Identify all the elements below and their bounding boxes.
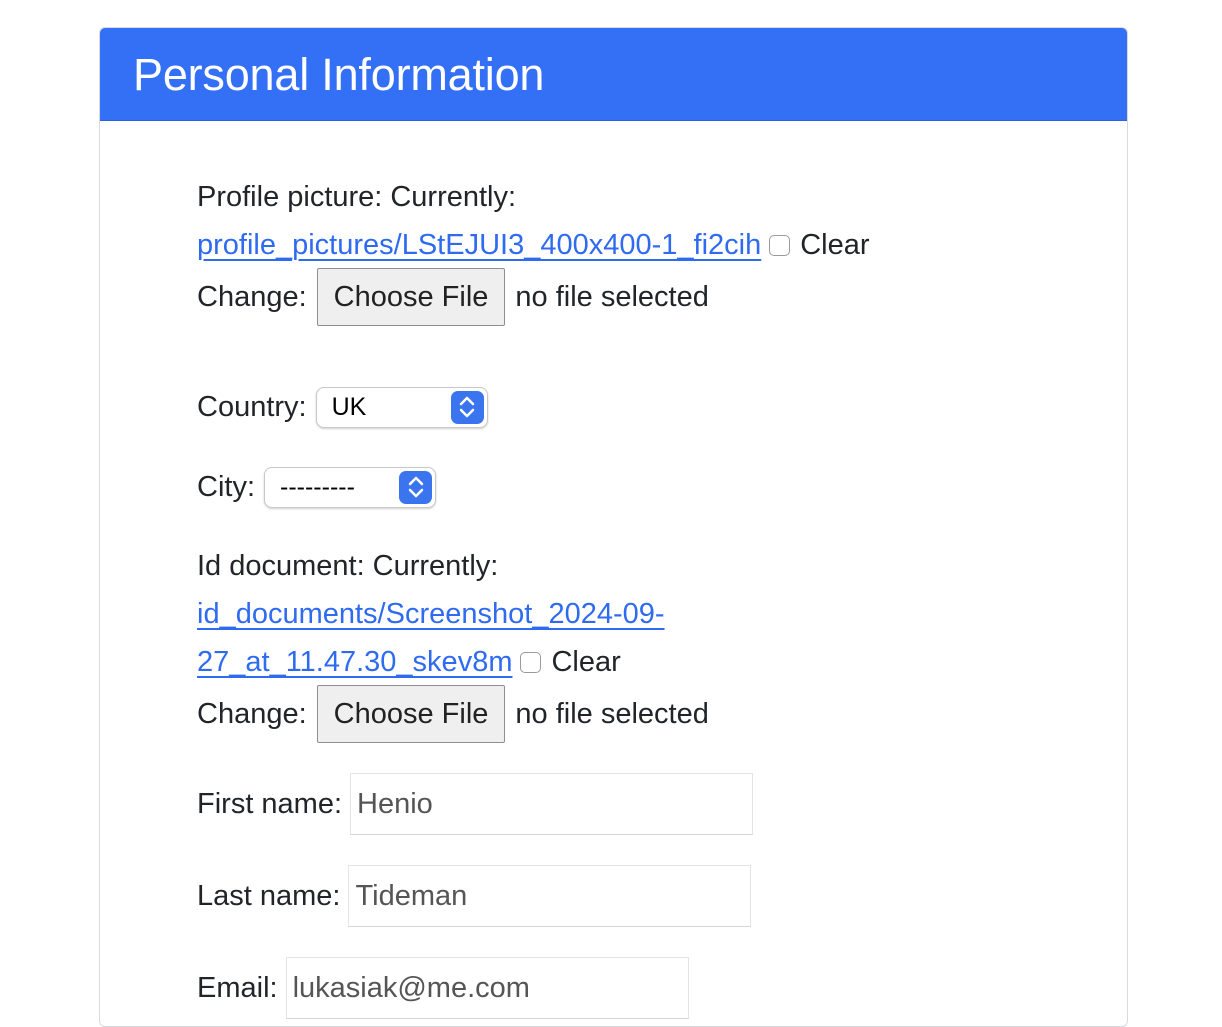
id-document-clear-label: Clear (551, 646, 621, 678)
city-selected-value: --------- (280, 472, 355, 501)
last-name-field: Last name: (197, 865, 752, 927)
id-document-label: Id document: (197, 550, 365, 582)
country-label: Country: (197, 391, 307, 423)
card-header: Personal Information (100, 28, 1127, 121)
last-name-label: Last name: (197, 880, 341, 912)
id-document-field: Id document: Currently: id_documents/Scr… (197, 542, 1017, 743)
city-chevron-up-down-icon (399, 470, 432, 504)
country-selected-value: UK (331, 392, 367, 421)
profile-picture-currently-label: Currently: (390, 181, 517, 213)
city-select[interactable]: --------- (264, 466, 436, 508)
email-field: Email: (197, 957, 689, 1019)
last-name-input[interactable] (348, 865, 752, 927)
email-label: Email: (197, 972, 278, 1004)
id-document-change-label: Change: (197, 698, 307, 730)
first-name-field: First name: (197, 773, 754, 835)
profile-picture-choose-file-button[interactable]: Choose File (316, 268, 506, 326)
personal-information-form: Profile picture: Currently: profile_pict… (197, 173, 1017, 1019)
id-document-file-link-line-2[interactable]: 27_at_11.47.30_skev8m (197, 638, 512, 686)
city-label: City: (197, 471, 255, 503)
id-document-file-status: no file selected (515, 698, 709, 730)
first-name-label: First name: (197, 788, 343, 820)
profile-picture-file-status: no file selected (515, 281, 709, 313)
profile-picture-change-label: Change: (197, 281, 307, 313)
country-select[interactable]: UK (315, 386, 488, 428)
profile-picture-file-link[interactable]: profile_pictures/LStEJUI3_400x400-1_fi2c… (197, 221, 761, 269)
city-field: City: --------- (197, 463, 436, 511)
profile-picture-label: Profile picture: (197, 181, 383, 213)
id-document-currently-label: Currently: (372, 550, 499, 582)
first-name-input[interactable] (350, 773, 754, 835)
profile-picture-field: Profile picture: Currently: profile_pict… (197, 173, 1017, 326)
profile-picture-clear-label: Clear (800, 229, 870, 261)
id-document-file-link-line-1[interactable]: id_documents/Screenshot_2024-09- (197, 590, 665, 638)
profile-picture-clear-checkbox[interactable] (769, 234, 791, 256)
personal-information-card: Personal Information Profile picture: Cu… (99, 27, 1128, 1027)
country-chevron-up-down-icon (450, 390, 484, 424)
email-input[interactable] (285, 957, 689, 1019)
page-title: Personal Information (133, 48, 545, 100)
id-document-choose-file-button[interactable]: Choose File (316, 685, 506, 743)
id-document-clear-checkbox[interactable] (520, 651, 542, 673)
country-field: Country: UK (197, 383, 488, 431)
